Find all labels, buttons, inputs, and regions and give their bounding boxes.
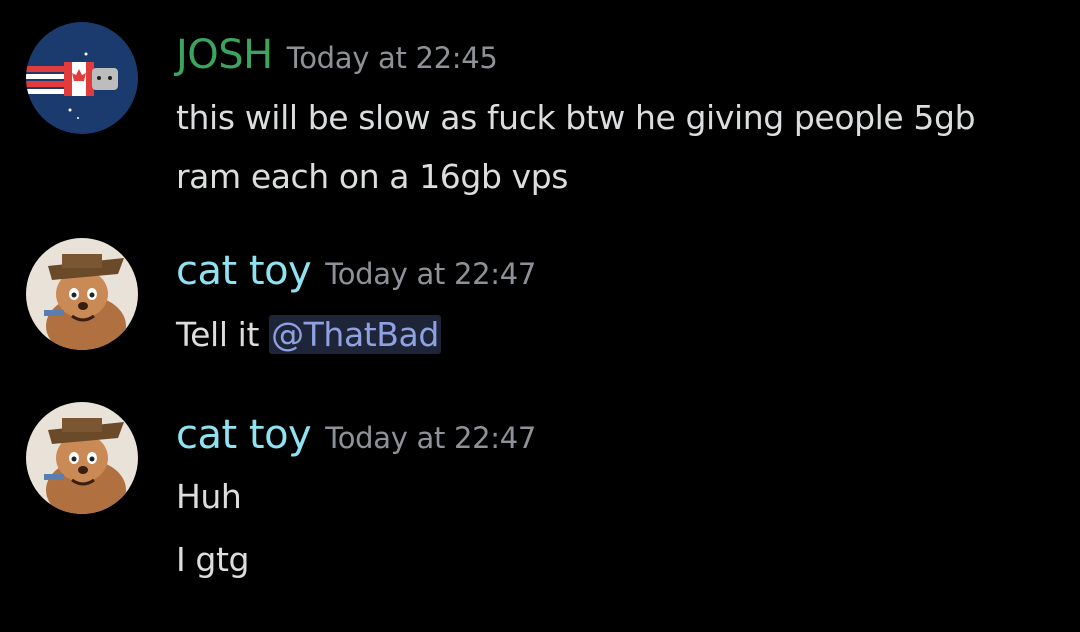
avatar[interactable]: [26, 238, 138, 350]
author-name[interactable]: cat toy: [176, 412, 312, 458]
message-text-line: Tell it @ThatBad: [176, 315, 441, 354]
message-header: cat toy Today at 22:47: [176, 248, 536, 294]
cartoon-mouse-hat-avatar: [26, 402, 138, 514]
author-name[interactable]: cat toy: [176, 248, 312, 294]
message-text: Tell it: [176, 315, 270, 354]
message-text-line: I gtg: [176, 540, 250, 579]
avatar[interactable]: [26, 402, 138, 514]
user-mention[interactable]: @ThatBad: [269, 315, 441, 354]
message-text-line: ram each on a 16gb vps: [176, 157, 569, 196]
message-timestamp: Today at 22:45: [286, 41, 498, 75]
message-timestamp: Today at 22:47: [325, 421, 537, 455]
flag-nyan-cat-avatar: [26, 22, 138, 134]
message-header: cat toy Today at 22:47: [176, 412, 536, 458]
message-text-line: this will be slow as fuck btw he giving …: [176, 98, 976, 137]
message-timestamp: Today at 22:47: [325, 257, 537, 291]
avatar[interactable]: [26, 22, 138, 134]
cartoon-mouse-hat-avatar: [26, 238, 138, 350]
message-header: JOSH Today at 22:45: [176, 32, 498, 78]
message-text-line: Huh: [176, 477, 242, 516]
author-name[interactable]: JOSH: [176, 32, 273, 78]
